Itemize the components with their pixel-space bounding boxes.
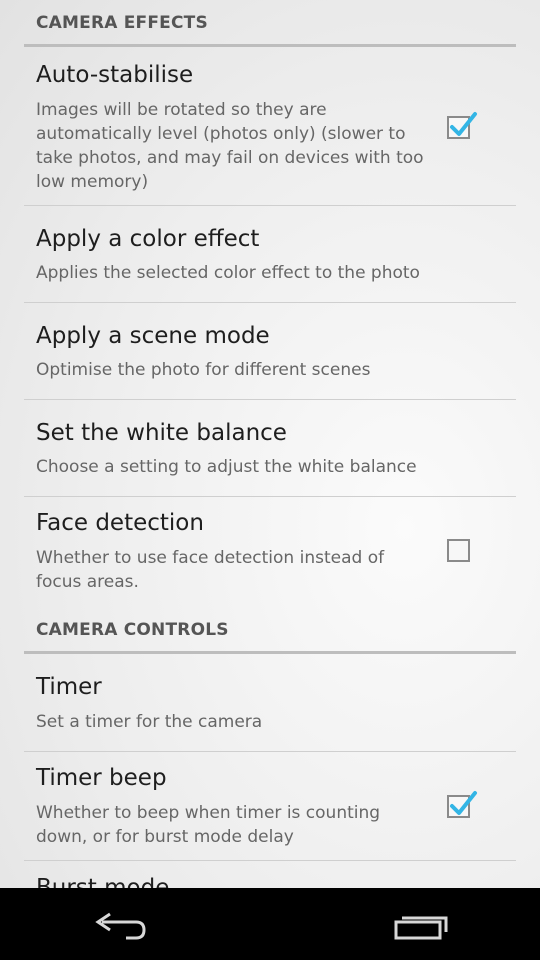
pref-summary: Whether to use face detection instead of… [36, 548, 385, 592]
back-icon [95, 912, 146, 940]
pref-title: Auto-stabilise [36, 62, 194, 88]
pref-summary: Images will be rotated so they are autom… [36, 100, 424, 192]
pref-timer-beep[interactable]: Timer beep Whether to beep when timer is… [0, 752, 540, 860]
face-detection-checkbox[interactable] [447, 539, 470, 562]
auto-stabilise-checkbox[interactable] [447, 112, 477, 139]
pref-summary: Whether to beep when timer is counting d… [36, 803, 381, 847]
recent-apps-icon [394, 916, 448, 940]
section-header-camera-effects: CAMERA EFFECTS [36, 13, 208, 33]
pref-color-effect[interactable]: Apply a color effect Applies the selecte… [0, 206, 540, 302]
pref-timer[interactable]: Timer Set a timer for the camera [0, 654, 540, 751]
section-header-camera-controls: CAMERA CONTROLS [36, 620, 229, 640]
pref-summary: Choose a setting to adjust the white bal… [36, 457, 417, 477]
pref-summary: Set a timer for the camera [36, 712, 263, 732]
back-button[interactable] [60, 888, 180, 960]
pref-scene-mode[interactable]: Apply a scene mode Optimise the photo fo… [0, 303, 540, 399]
pref-title: Face detection [36, 510, 204, 536]
pref-title: Apply a color effect [36, 226, 260, 252]
timer-beep-checkbox[interactable] [447, 791, 477, 818]
pref-burst-mode[interactable]: Burst mode [0, 861, 540, 888]
pref-summary: Applies the selected color effect to the… [36, 263, 420, 283]
recent-apps-button[interactable] [360, 888, 480, 960]
navigation-bar [0, 888, 540, 960]
pref-title: Set the white balance [36, 420, 287, 446]
pref-face-detection[interactable]: Face detection Whether to use face detec… [0, 497, 540, 607]
settings-list: CAMERA EFFECTS Auto-stabilise Images wil… [0, 0, 540, 888]
pref-title: Burst mode [36, 875, 170, 888]
pref-white-balance[interactable]: Set the white balance Choose a setting t… [0, 400, 540, 496]
pref-title: Apply a scene mode [36, 323, 270, 349]
pref-title: Timer beep [36, 765, 167, 791]
checkmark-icon [450, 112, 477, 136]
pref-auto-stabilise[interactable]: Auto-stabilise Images will be rotated so… [0, 47, 540, 205]
pref-summary: Optimise the photo for different scenes [36, 360, 371, 380]
checkmark-icon [450, 791, 477, 815]
pref-title: Timer [36, 674, 102, 700]
